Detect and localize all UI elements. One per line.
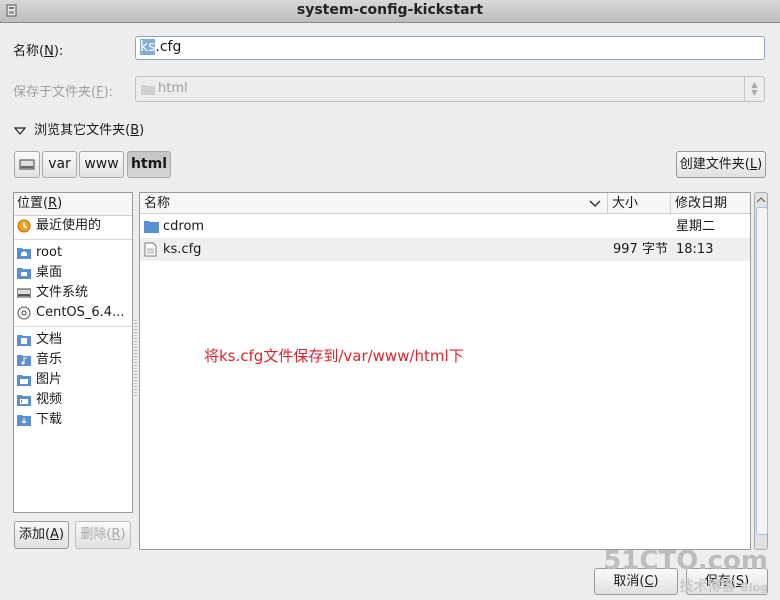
combo-arrows-icon: ▲ ▼ [744, 77, 764, 101]
file-modified: 18:13 [676, 242, 714, 257]
filename-selected-text: ks [140, 39, 156, 55]
pane-splitter-handle[interactable] [134, 320, 137, 396]
scroll-up-icon [756, 197, 766, 203]
videos-folder-icon [17, 395, 31, 406]
pathbar-www-button[interactable]: www [79, 151, 124, 178]
title-bar[interactable]: system-config-kickstart [0, 0, 780, 23]
scrollbar-thumb[interactable] [756, 207, 768, 535]
create-folder-button[interactable]: 创建文件夹(L) [676, 151, 766, 178]
annotation-text: 将ks.cfg文件保存到/var/www/html下 [204, 347, 464, 365]
drive-icon [17, 288, 31, 298]
documents-folder-icon [17, 335, 31, 346]
pathbar-html-button[interactable]: html [127, 151, 171, 178]
watermark: 51CTO.com 技术博客 Blog [603, 546, 768, 596]
places-panel: 位置(R) 最近使用的 root 桌面 文件系统 CentOS_6.4... 文… [13, 192, 133, 513]
music-folder-icon [17, 355, 31, 366]
home-folder-icon [17, 248, 31, 259]
filename-rest-text: .cfg [155, 39, 182, 55]
pathbar-root-button[interactable] [14, 151, 40, 178]
filename-input[interactable]: ks.cfg [135, 36, 765, 60]
column-header-size[interactable]: 大小 [608, 193, 671, 214]
place-item-centos-disc[interactable]: CentOS_6.4... [14, 303, 132, 323]
pathbar-var-button[interactable]: var [42, 151, 77, 178]
place-item-videos[interactable]: 视频 [14, 390, 132, 410]
place-item-downloads[interactable]: 下载 [14, 410, 132, 430]
column-header-modified[interactable]: 修改日期 [671, 193, 750, 214]
places-header[interactable]: 位置(R) [14, 193, 132, 216]
folder-icon [141, 85, 155, 95]
place-item-filesystem[interactable]: 文件系统 [14, 283, 132, 303]
remove-place-button[interactable]: 删除(R) [75, 521, 131, 549]
places-separator [14, 326, 132, 327]
downloads-folder-icon [17, 415, 31, 426]
watermark-blog: Blog [740, 581, 768, 594]
recent-icon [17, 219, 31, 233]
place-item-pictures[interactable]: 图片 [14, 370, 132, 390]
column-header-name[interactable]: 名称 [140, 193, 608, 214]
save-in-folder-combo[interactable]: html ▲ ▼ [135, 76, 765, 102]
window-title: system-config-kickstart [296, 2, 484, 18]
file-size: 997 字节 [613, 242, 668, 257]
browse-folders-expander[interactable]: 浏览其它文件夹(B) [13, 119, 145, 138]
file-icon [144, 242, 157, 257]
save-in-folder-label: 保存于文件夹(F): [13, 85, 114, 100]
file-list-scrollbar[interactable] [754, 192, 768, 550]
desktop-folder-icon [17, 268, 31, 279]
file-row[interactable]: ks.cfg 997 字节 18:13 [140, 238, 750, 261]
pictures-folder-icon [17, 375, 31, 386]
watermark-sub: 技术博客 [679, 579, 736, 595]
place-item-root[interactable]: root [14, 243, 132, 263]
name-label: 名称(N): [13, 44, 64, 59]
browse-folders-label: 浏览其它文件夹(B) [34, 123, 145, 138]
place-item-desktop[interactable]: 桌面 [14, 263, 132, 283]
drive-icon [19, 159, 35, 170]
sort-descending-icon [589, 200, 601, 208]
disc-icon [17, 306, 31, 320]
file-name: ks.cfg [163, 242, 202, 257]
expander-down-icon [13, 126, 27, 135]
add-place-button[interactable]: 添加(A) [14, 521, 69, 549]
place-item-music[interactable]: 音乐 [14, 350, 132, 370]
file-list[interactable]: 名称 大小 修改日期 cdrom 星期二 ks.cfg 997 字节 18:13 [139, 192, 751, 550]
file-row[interactable]: cdrom 星期二 [140, 215, 750, 238]
place-item-documents[interactable]: 文档 [14, 330, 132, 350]
folder-icon [144, 221, 159, 233]
file-modified: 星期二 [676, 219, 716, 234]
place-item-recent[interactable]: 最近使用的 [14, 216, 132, 236]
watermark-brand: 51CTO.com [603, 546, 768, 576]
save-in-folder-value: html [158, 81, 188, 96]
file-name: cdrom [163, 219, 205, 234]
places-separator [14, 239, 132, 240]
